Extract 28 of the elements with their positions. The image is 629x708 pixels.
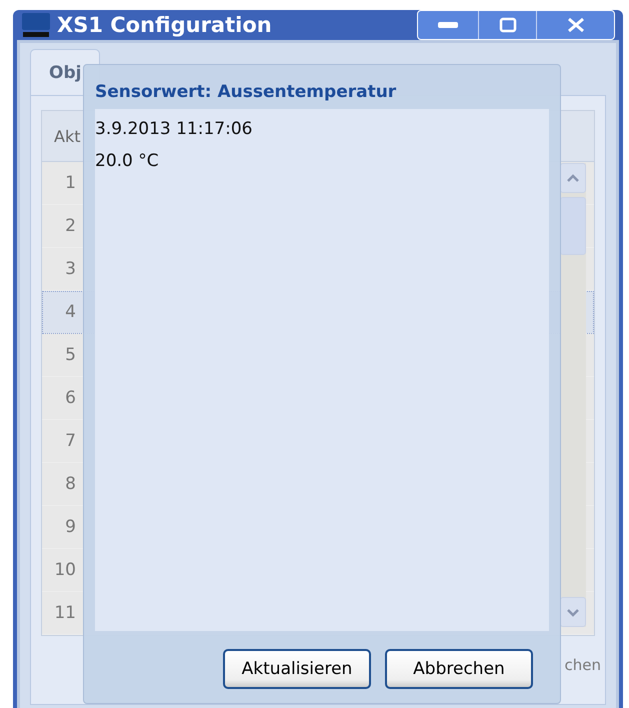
row-number: 10 bbox=[53, 560, 76, 580]
row-number: 3 bbox=[64, 259, 76, 279]
value-text: 20.0 °C bbox=[95, 151, 160, 171]
maximize-icon bbox=[498, 17, 516, 33]
chevron-up-icon bbox=[566, 174, 580, 182]
minimize-icon bbox=[437, 21, 459, 29]
footer-button[interactable]: chen bbox=[564, 656, 601, 674]
dialog-button[interactable]: Abbrechen bbox=[385, 649, 533, 689]
value-text: 3.9.2013 11:17:06 bbox=[95, 119, 254, 139]
row-number: 4 bbox=[64, 302, 76, 322]
column-header: Akt bbox=[54, 126, 80, 146]
row-number: 5 bbox=[64, 345, 76, 365]
scroll-thumb[interactable] bbox=[560, 197, 586, 255]
window-title: XS1 Configuration bbox=[57, 13, 273, 37]
row-number: 9 bbox=[64, 517, 76, 537]
row-number: 1 bbox=[64, 173, 76, 193]
row-number: 11 bbox=[53, 603, 76, 623]
dialog-button[interactable]: Aktualisieren bbox=[223, 649, 371, 689]
scrollbar[interactable] bbox=[560, 163, 586, 627]
row-number: 8 bbox=[64, 474, 76, 494]
row-number: 6 bbox=[64, 388, 76, 408]
logo-icon bbox=[21, 11, 51, 39]
scroll-up-button[interactable] bbox=[560, 163, 586, 193]
close-icon bbox=[566, 17, 584, 33]
chevron-down-icon bbox=[566, 608, 580, 616]
scroll-down-button[interactable] bbox=[560, 597, 586, 627]
row-number: 7 bbox=[64, 431, 76, 451]
row-number: 2 bbox=[64, 216, 76, 236]
